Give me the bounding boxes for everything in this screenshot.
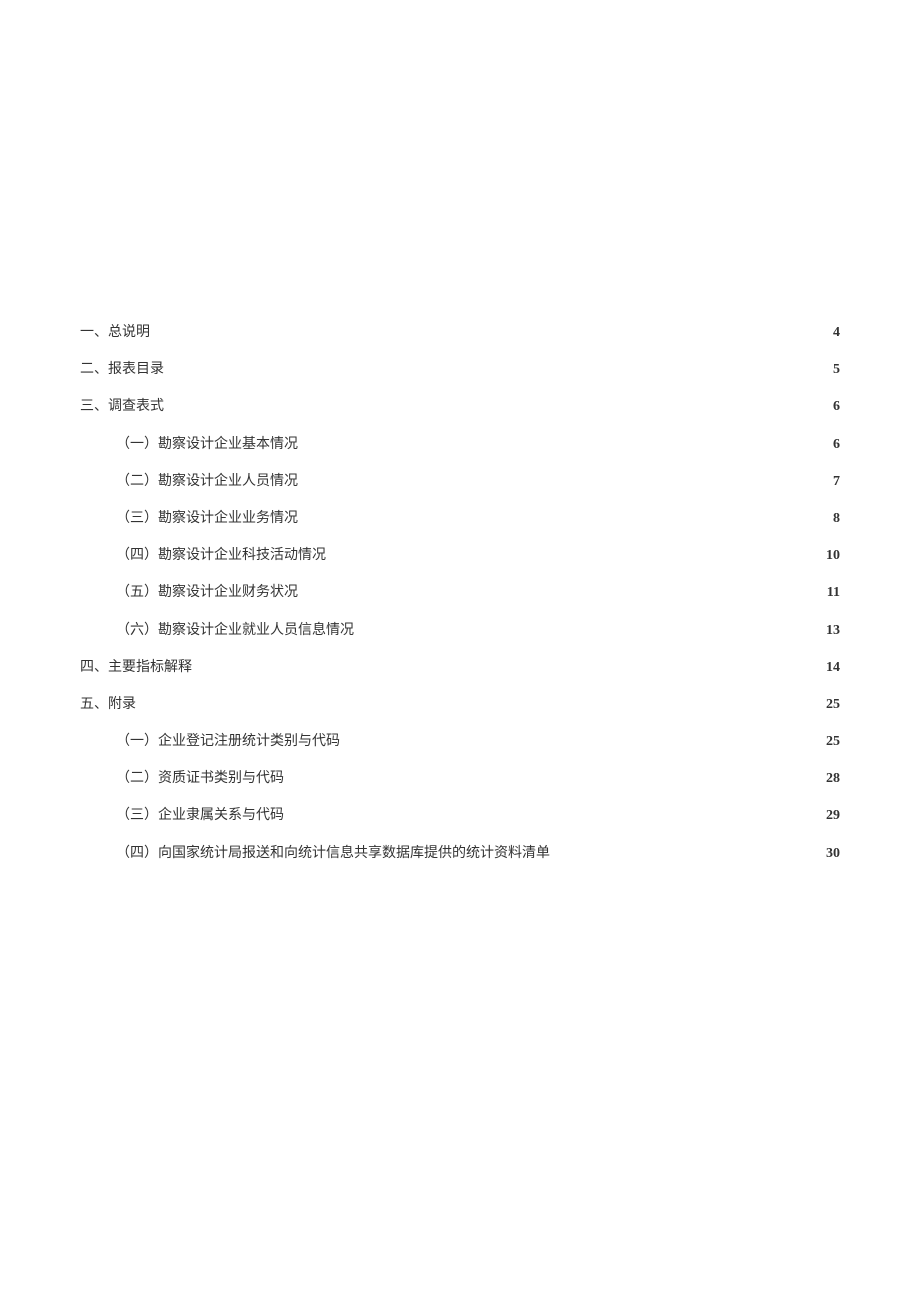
toc-entry: 四、主要指标解释 14 <box>80 655 840 680</box>
toc-entry: （三）企业隶属关系与代码 29 <box>80 803 840 828</box>
toc-leader-dots <box>298 434 831 448</box>
toc-page-number: 14 <box>824 655 840 680</box>
toc-leader-dots <box>298 582 825 596</box>
toc-label: （一）勘察设计企业基本情况 <box>116 432 298 457</box>
toc-leader-dots <box>164 396 831 410</box>
toc-label: （三）企业隶属关系与代码 <box>116 803 284 828</box>
toc-entry: （三）勘察设计企业业务情况 8 <box>80 506 840 531</box>
toc-entry: 三、调查表式 6 <box>80 394 840 419</box>
toc-label: （六）勘察设计企业就业人员信息情况 <box>116 618 354 643</box>
toc-entry: （二）资质证书类别与代码 28 <box>80 766 840 791</box>
toc-page-number: 11 <box>825 580 840 605</box>
toc-entry: （四）勘察设计企业科技活动情况 10 <box>80 543 840 568</box>
toc-entry: 五、附录 25 <box>80 692 840 717</box>
toc-leader-dots <box>164 359 831 373</box>
toc-entry: （五）勘察设计企业财务状况 11 <box>80 580 840 605</box>
table-of-contents: 一、总说明 4 二、报表目录 5 三、调查表式 6 （一）勘察设计企业基本情况 6 （二）勘察设… <box>80 320 840 866</box>
toc-label: （一）企业登记注册统计类别与代码 <box>116 729 340 754</box>
toc-label: （二）资质证书类别与代码 <box>116 766 284 791</box>
toc-page: 一、总说明 4 二、报表目录 5 三、调查表式 6 （一）勘察设计企业基本情况 6 （二）勘察设… <box>0 0 920 866</box>
toc-leader-dots <box>340 731 824 745</box>
toc-label: （四）勘察设计企业科技活动情况 <box>116 543 326 568</box>
toc-page-number: 8 <box>831 506 840 531</box>
toc-page-number: 4 <box>831 320 840 345</box>
toc-label: 一、总说明 <box>80 320 150 345</box>
toc-leader-dots <box>284 768 824 782</box>
toc-label: （四）向国家统计局报送和向统计信息共享数据库提供的统计资料清单 <box>116 841 550 866</box>
toc-label: （五）勘察设计企业财务状况 <box>116 580 298 605</box>
toc-leader-dots <box>284 805 824 819</box>
toc-page-number: 5 <box>831 357 840 382</box>
toc-page-number: 29 <box>824 803 840 828</box>
toc-page-number: 30 <box>824 841 840 866</box>
toc-leader-dots <box>298 508 831 522</box>
toc-leader-dots <box>326 545 824 559</box>
toc-leader-dots <box>192 657 824 671</box>
toc-entry: （四）向国家统计局报送和向统计信息共享数据库提供的统计资料清单 30 <box>80 841 840 866</box>
toc-entry: （一）勘察设计企业基本情况 6 <box>80 432 840 457</box>
toc-page-number: 6 <box>831 394 840 419</box>
toc-page-number: 7 <box>831 469 840 494</box>
toc-leader-dots <box>298 471 831 485</box>
toc-entry: （六）勘察设计企业就业人员信息情况 13 <box>80 618 840 643</box>
toc-label: 四、主要指标解释 <box>80 655 192 680</box>
toc-label: 五、附录 <box>80 692 136 717</box>
toc-label: （二）勘察设计企业人员情况 <box>116 469 298 494</box>
toc-leader-dots <box>354 620 824 634</box>
toc-leader-dots <box>550 843 824 857</box>
toc-entry: 一、总说明 4 <box>80 320 840 345</box>
toc-leader-dots <box>136 694 824 708</box>
toc-page-number: 28 <box>824 766 840 791</box>
toc-page-number: 25 <box>824 729 840 754</box>
toc-page-number: 10 <box>824 543 840 568</box>
toc-page-number: 25 <box>824 692 840 717</box>
toc-leader-dots <box>150 322 831 336</box>
toc-page-number: 6 <box>831 432 840 457</box>
toc-label: 二、报表目录 <box>80 357 164 382</box>
toc-label: （三）勘察设计企业业务情况 <box>116 506 298 531</box>
toc-entry: 二、报表目录 5 <box>80 357 840 382</box>
toc-entry: （一）企业登记注册统计类别与代码 25 <box>80 729 840 754</box>
toc-label: 三、调查表式 <box>80 394 164 419</box>
toc-page-number: 13 <box>824 618 840 643</box>
toc-entry: （二）勘察设计企业人员情况 7 <box>80 469 840 494</box>
